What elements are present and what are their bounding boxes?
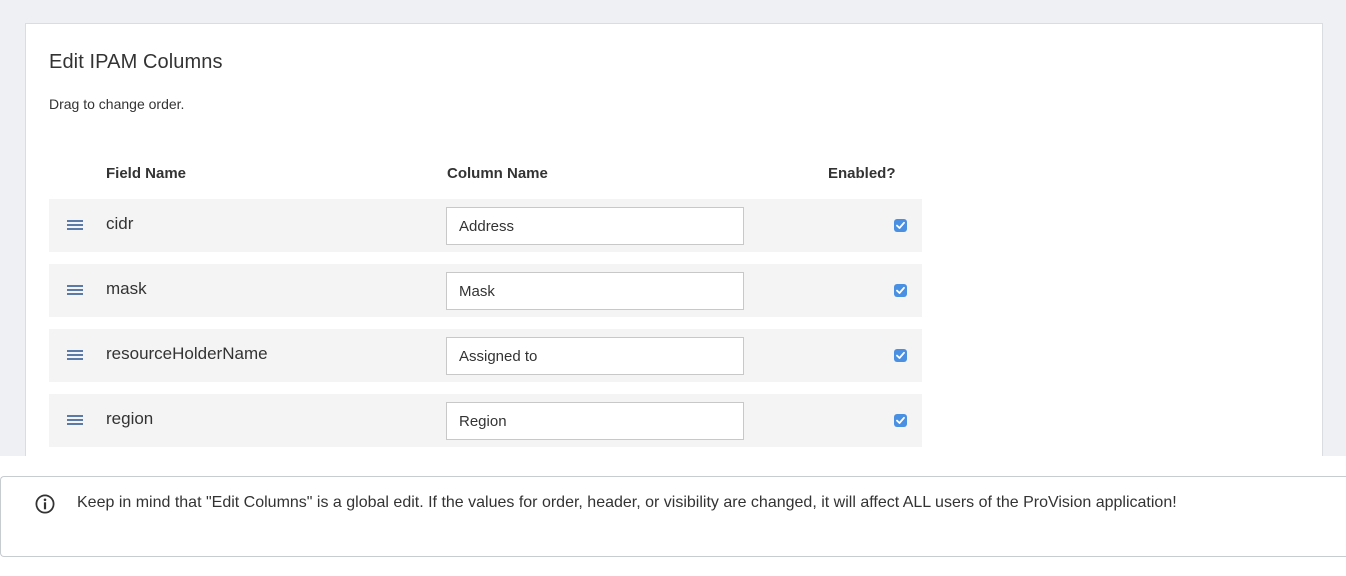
drag-handle-icon[interactable]: [67, 350, 83, 360]
column-name-input[interactable]: [446, 337, 744, 375]
field-name-cell: region: [106, 409, 154, 428]
checkmark-icon: [896, 286, 905, 294]
info-note: Keep in mind that "Edit Columns" is a gl…: [0, 476, 1346, 557]
table-row[interactable]: resourceHolderName: [49, 329, 922, 382]
drag-handle-icon[interactable]: [67, 220, 83, 230]
enabled-checkbox[interactable]: [894, 349, 907, 362]
table-row[interactable]: mask: [49, 264, 922, 317]
enabled-checkbox[interactable]: [894, 414, 907, 427]
checkmark-icon: [896, 221, 905, 229]
field-name-cell: cidr: [106, 214, 134, 233]
enabled-checkbox[interactable]: [894, 219, 907, 232]
table-row[interactable]: region: [49, 394, 922, 447]
enabled-checkbox[interactable]: [894, 284, 907, 297]
table-row[interactable]: cidr: [49, 199, 922, 252]
column-name-header: Column Name: [447, 165, 548, 182]
column-name-input[interactable]: [446, 402, 744, 440]
checkmark-icon: [896, 351, 905, 359]
edit-columns-panel: Edit IPAM Columns Drag to change order. …: [25, 23, 1323, 456]
checkmark-icon: [896, 416, 905, 424]
field-name-cell: resourceHolderName: [106, 344, 268, 363]
enabled-header: Enabled?: [828, 165, 896, 182]
column-name-input[interactable]: [446, 207, 744, 245]
instructions-text: Drag to change order.: [49, 96, 185, 112]
page-title: Edit IPAM Columns: [49, 51, 223, 73]
drag-handle-icon[interactable]: [67, 415, 83, 425]
info-icon: [35, 494, 55, 514]
page-background: Edit IPAM Columns Drag to change order. …: [0, 0, 1346, 456]
drag-handle-icon[interactable]: [67, 285, 83, 295]
field-name-header: Field Name: [106, 165, 187, 182]
field-name-cell: mask: [106, 279, 147, 298]
info-note-text: Keep in mind that "Edit Columns" is a gl…: [77, 494, 1177, 511]
column-name-input[interactable]: [446, 272, 744, 310]
